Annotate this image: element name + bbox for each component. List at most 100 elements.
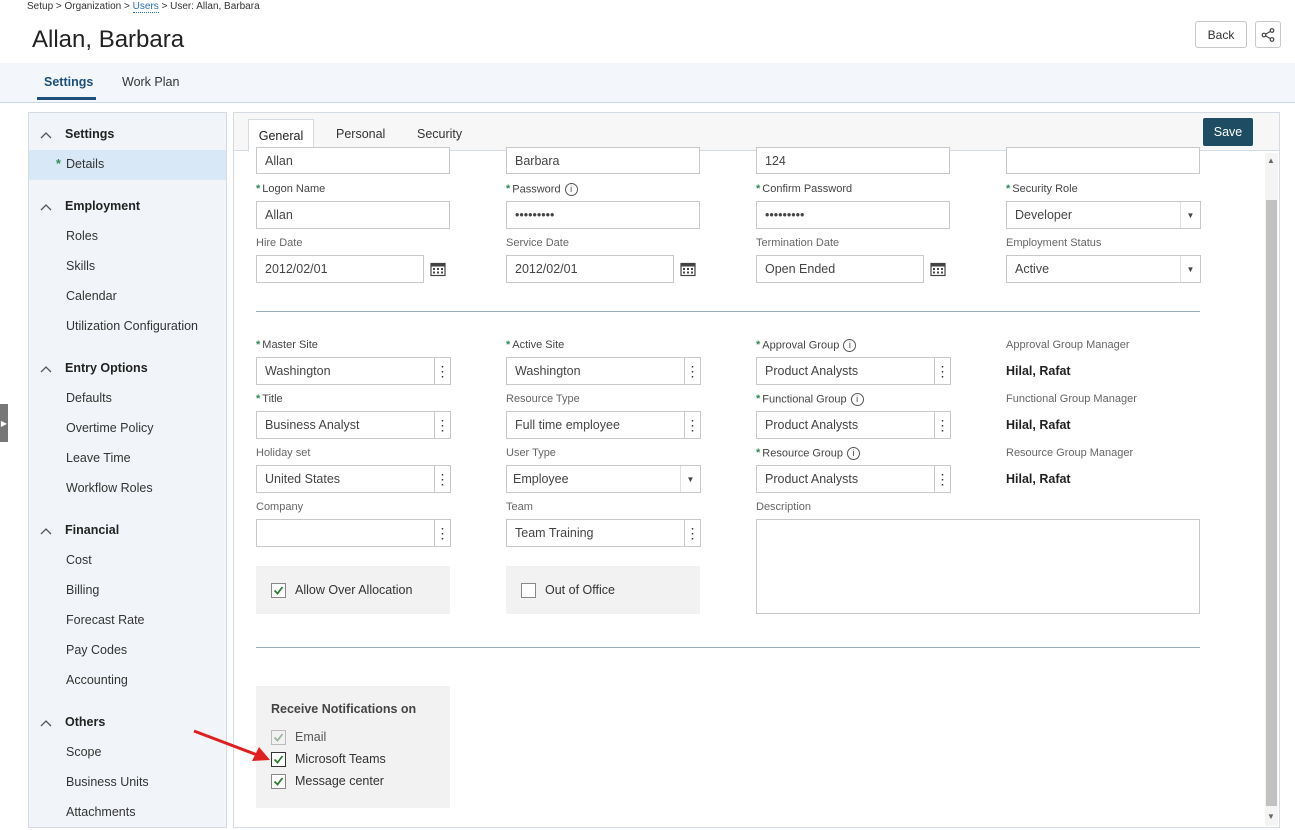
collapse-handle[interactable]: ▶ (0, 404, 8, 442)
tab-personal[interactable]: Personal (336, 127, 385, 141)
approval-group-picker[interactable]: Product Analysts ⋮ (756, 357, 951, 385)
sidebar-section-entry-options[interactable]: Entry Options (65, 361, 148, 375)
logon-name-field[interactable]: Allan (256, 201, 450, 229)
termination-date-field[interactable]: Open Ended (756, 255, 924, 283)
share-icon (1261, 27, 1275, 42)
sidebar-item-roles[interactable]: Roles (66, 229, 98, 243)
chevron-down-icon[interactable]: ▼ (680, 466, 700, 492)
check-icon (273, 777, 284, 786)
master-site-picker[interactable]: Washington ⋮ (256, 357, 451, 385)
holiday-set-picker[interactable]: United States ⋮ (256, 465, 451, 493)
info-icon[interactable]: i (847, 447, 860, 460)
scrollbar-thumb[interactable] (1266, 200, 1277, 806)
title-picker[interactable]: Business Analyst ⋮ (256, 411, 451, 439)
info-icon[interactable]: i (564, 183, 578, 196)
sidebar-section-financial[interactable]: Financial (65, 523, 119, 537)
more-vertical-icon[interactable]: ⋮ (434, 520, 450, 546)
security-role-select[interactable]: Developer ▼ (1006, 201, 1201, 229)
tab-work-plan[interactable]: Work Plan (122, 75, 179, 89)
back-button[interactable]: Back (1195, 21, 1247, 48)
company-label: Company (256, 501, 304, 513)
allow-over-allocation-checkbox[interactable] (271, 583, 286, 598)
sidebar-item-overtime-policy[interactable]: Overtime Policy (66, 421, 154, 435)
password-field[interactable]: ••••••••• (506, 201, 700, 229)
service-date-label: Service Date (506, 237, 569, 249)
sidebar-item-skills[interactable]: Skills (66, 259, 95, 273)
user-type-label: User Type (506, 447, 556, 459)
chevron-up-icon[interactable] (40, 365, 52, 373)
more-vertical-icon[interactable]: ⋮ (434, 466, 450, 492)
active-site-picker[interactable]: Washington ⋮ (506, 357, 701, 385)
approval-group-value: Product Analysts (765, 364, 859, 378)
sidebar-item-scope[interactable]: Scope (66, 745, 101, 759)
user-type-select[interactable]: Employee ▼ (506, 465, 701, 493)
company-picker[interactable]: ⋮ (256, 519, 451, 547)
description-textarea[interactable] (756, 519, 1200, 614)
sidebar-item-utilization-configuration[interactable]: Utilization Configuration (66, 319, 198, 333)
resource-type-picker[interactable]: Full time employee ⋮ (506, 411, 701, 439)
more-vertical-icon[interactable]: ⋮ (434, 358, 450, 384)
last-name-field[interactable]: Barbara (506, 147, 700, 174)
save-button[interactable]: Save (1203, 118, 1253, 146)
sidebar: Settings * Details Employment Roles Skil… (28, 112, 227, 828)
sidebar-item-accounting[interactable]: Accounting (66, 673, 128, 687)
sidebar-item-details[interactable]: Details (66, 157, 104, 171)
more-vertical-icon[interactable]: ⋮ (684, 412, 700, 438)
fourth-field[interactable] (1006, 147, 1200, 174)
more-vertical-icon[interactable]: ⋮ (934, 466, 950, 492)
service-date-field[interactable]: 2012/02/01 (506, 255, 674, 283)
confirm-password-field[interactable]: ••••••••• (756, 201, 950, 229)
share-button[interactable] (1255, 21, 1281, 48)
sidebar-item-attachments[interactable]: Attachments (66, 805, 135, 819)
calendar-icon[interactable] (430, 261, 446, 277)
functional-group-picker[interactable]: Product Analysts ⋮ (756, 411, 951, 439)
sidebar-section-employment[interactable]: Employment (65, 199, 140, 213)
sidebar-item-leave-time[interactable]: Leave Time (66, 451, 131, 465)
sidebar-section-others[interactable]: Others (65, 715, 105, 729)
chevron-down-icon[interactable]: ▼ (1180, 256, 1200, 282)
message-center-checkbox[interactable] (271, 774, 286, 789)
breadcrumb-text: Setup > Organization > (27, 1, 133, 12)
sidebar-item-defaults[interactable]: Defaults (66, 391, 112, 405)
more-vertical-icon[interactable]: ⋮ (684, 520, 700, 546)
sidebar-item-workflow-roles[interactable]: Workflow Roles (66, 481, 153, 495)
team-value: Team Training (515, 526, 594, 540)
sidebar-item-forecast-rate[interactable]: Forecast Rate (66, 613, 145, 627)
active-tab-underline (37, 97, 96, 100)
team-picker[interactable]: Team Training ⋮ (506, 519, 701, 547)
chevron-up-icon[interactable] (40, 131, 52, 139)
breadcrumb-users-link[interactable]: Users (132, 1, 159, 13)
sidebar-section-settings[interactable]: Settings (65, 127, 114, 141)
calendar-icon[interactable] (930, 261, 946, 277)
resource-group-picker[interactable]: Product Analysts ⋮ (756, 465, 951, 493)
id-field[interactable]: 124 (756, 147, 950, 174)
info-icon[interactable]: i (843, 339, 857, 352)
title-label: * Title (256, 393, 283, 405)
sidebar-item-cost[interactable]: Cost (66, 553, 92, 567)
out-of-office-checkbox[interactable] (521, 583, 536, 598)
tab-security[interactable]: Security (417, 127, 462, 141)
employment-status-select[interactable]: Active ▼ (1006, 255, 1201, 283)
chevron-up-icon[interactable] (40, 719, 52, 727)
scroll-up-icon[interactable]: ▲ (1267, 156, 1275, 165)
info-icon[interactable]: i (850, 393, 864, 406)
hire-date-field[interactable]: 2012/02/01 (256, 255, 424, 283)
sidebar-item-billing[interactable]: Billing (66, 583, 99, 597)
more-vertical-icon[interactable]: ⋮ (934, 412, 950, 438)
more-vertical-icon[interactable]: ⋮ (434, 412, 450, 438)
chevron-up-icon[interactable] (40, 527, 52, 535)
chevron-down-icon[interactable]: ▼ (1180, 202, 1200, 228)
allow-over-allocation-label: Allow Over Allocation (295, 583, 413, 597)
microsoft-teams-checkbox[interactable] (271, 752, 286, 767)
calendar-icon[interactable] (680, 261, 696, 277)
sidebar-item-business-units[interactable]: Business Units (66, 775, 149, 789)
more-vertical-icon[interactable]: ⋮ (934, 358, 950, 384)
more-vertical-icon[interactable]: ⋮ (684, 358, 700, 384)
first-name-field[interactable]: Allan (256, 147, 450, 174)
sidebar-item-calendar[interactable]: Calendar (66, 289, 117, 303)
tab-settings[interactable]: Settings (44, 75, 93, 89)
chevron-up-icon[interactable] (40, 203, 52, 211)
scroll-down-icon[interactable]: ▼ (1267, 812, 1275, 821)
security-role-label: * Security Role (1006, 183, 1078, 195)
sidebar-item-pay-codes[interactable]: Pay Codes (66, 643, 127, 657)
